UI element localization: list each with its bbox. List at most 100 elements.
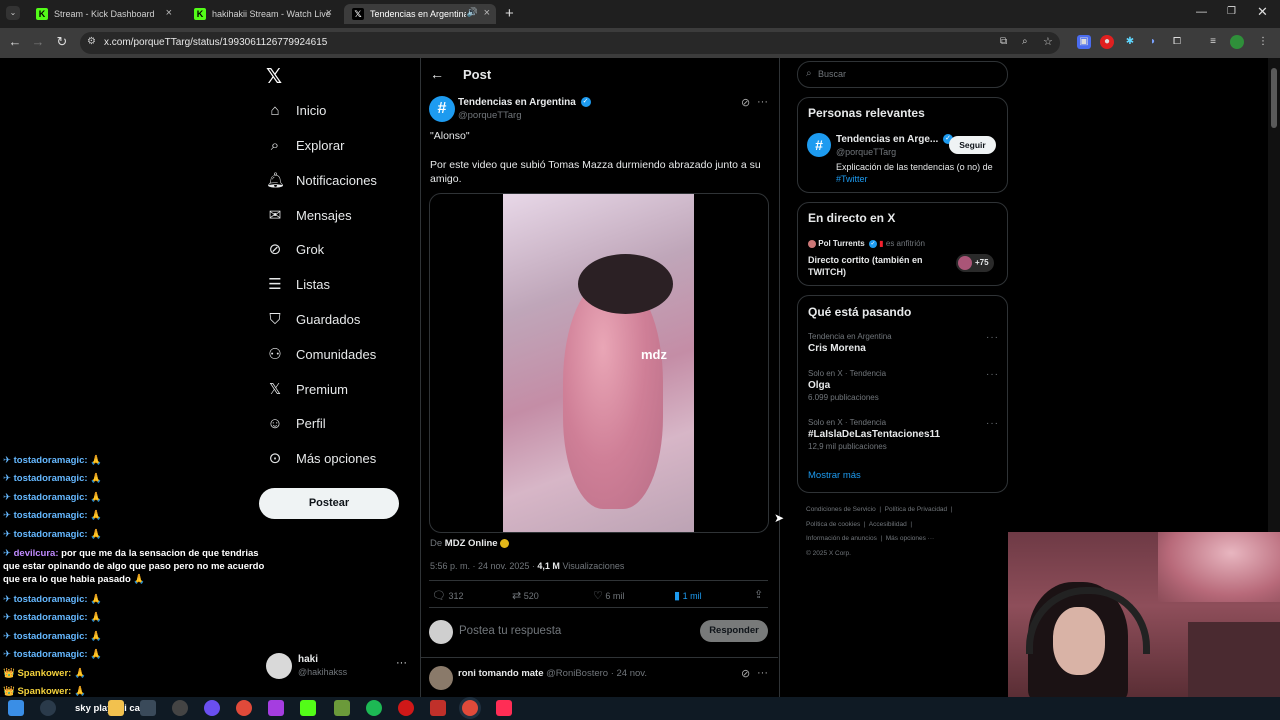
tiktok-icon[interactable] (496, 700, 512, 716)
extension-icon[interactable]: ✱ (1123, 35, 1137, 49)
close-tab-icon[interactable]: × (166, 7, 172, 19)
bookmark-star-icon[interactable]: ☆ (1043, 35, 1053, 48)
footer-link[interactable]: Política de Privacidad (885, 506, 948, 513)
url-text[interactable]: x.com/porqueTTarg/status/199306112677992… (104, 37, 327, 48)
address-bar[interactable]: ⚙ x.com/porqueTTarg/status/1993061126779… (80, 32, 1060, 54)
search-input[interactable]: ⌕ Buscar (797, 61, 1008, 88)
restore-icon[interactable]: ❐ (1227, 6, 1236, 17)
site-info-icon[interactable]: ⚙ (87, 36, 96, 47)
browser-menu-icon[interactable]: ⋮ (1256, 35, 1270, 49)
show-more-link[interactable]: Mostrar más (808, 470, 861, 481)
profile-avatar[interactable] (1230, 35, 1244, 49)
author-handle[interactable]: @porqueTTarg (458, 110, 522, 121)
x-logo[interactable]: 𝕏 (266, 64, 282, 89)
nav-bookmarks[interactable]: ⛉ Guardados (266, 305, 360, 333)
nav-home[interactable]: ⌂ Inicio (266, 96, 326, 124)
author-name[interactable]: Tendencias en Argentina (458, 97, 576, 108)
avatar[interactable] (429, 666, 453, 690)
nav-explore[interactable]: ⌕ Explorar (266, 131, 345, 159)
reply-action[interactable]: 🗨︎ 312 (432, 589, 464, 602)
footer-link[interactable]: Política de cookies (806, 521, 860, 528)
start-icon[interactable] (8, 700, 24, 716)
nav-premium[interactable]: 𝕏 Premium (266, 375, 348, 403)
obs-icon[interactable] (172, 700, 188, 716)
grok-icon[interactable]: ⊘ (741, 96, 750, 109)
tab-kick-stream[interactable]: K hakihakii Stream - Watch Live o × (186, 4, 338, 24)
discord-icon[interactable] (204, 700, 220, 716)
bookmark-action[interactable]: ▮ 1 mil (674, 589, 702, 602)
video-player[interactable]: mdz (429, 193, 769, 533)
grok-icon[interactable]: ⊘ (741, 667, 750, 680)
tab-kick-dashboard[interactable]: K Stream - Kick Dashboard × (28, 4, 178, 24)
live-listeners[interactable]: +75 (956, 254, 994, 272)
spotify-icon[interactable] (366, 700, 382, 716)
extension-icon[interactable]: ▣ (1077, 35, 1091, 49)
zoom-icon[interactable]: ⌕ (1022, 36, 1028, 47)
new-tab-button[interactable]: + (505, 5, 514, 22)
footer-link[interactable]: Información de anuncios (806, 535, 877, 542)
opera-icon[interactable] (398, 700, 414, 716)
more-icon[interactable]: ··· (396, 657, 407, 669)
live-host-row[interactable]: Pol Turrents ✓ ▮ es anfitrión (808, 239, 925, 248)
reply-author-row[interactable]: roni tomando mate @RoniBostero · 24 nov. (458, 668, 647, 679)
chrome-active-icon[interactable] (462, 700, 478, 716)
app-icon[interactable] (430, 700, 446, 716)
relevant-name[interactable]: Tendencias en Arge... (836, 134, 938, 145)
post-button[interactable]: Postear (259, 488, 399, 519)
search-icon[interactable] (40, 700, 56, 716)
trend-item[interactable]: Tendencia en Argentina Cris Morena ··· (808, 332, 1003, 354)
nav-more[interactable]: ⊙ Más opciones (266, 444, 377, 472)
tab-search-button[interactable]: ⌄ (6, 6, 20, 20)
footer-link[interactable]: Más opciones ··· (886, 535, 934, 542)
more-icon[interactable]: ··· (986, 369, 999, 380)
back-icon[interactable]: ← (7, 34, 23, 50)
close-tab-icon[interactable]: × (484, 7, 490, 19)
author-avatar[interactable]: # (429, 96, 455, 122)
more-icon[interactable]: ··· (757, 667, 768, 679)
forward-icon[interactable]: → (30, 34, 46, 50)
app-icon[interactable] (268, 700, 284, 716)
back-arrow-icon[interactable]: ← (430, 66, 444, 82)
reply-button[interactable]: Responder (700, 620, 768, 642)
more-icon[interactable]: ··· (757, 96, 768, 108)
repost-action[interactable]: ⇄ 520 (512, 589, 539, 602)
post-timestamp[interactable]: 5:56 p. m. · 24 nov. 2025 · (430, 561, 535, 571)
live-host-name[interactable]: Pol Turrents (818, 239, 865, 248)
nav-profile[interactable]: ☺ Perfil (266, 409, 325, 437)
reload-icon[interactable]: ↻ (54, 34, 70, 50)
file-explorer-icon[interactable] (108, 700, 124, 716)
footer-link[interactable]: Condiciones de Servicio (806, 506, 876, 513)
more-icon[interactable]: ··· (986, 332, 999, 343)
close-window-icon[interactable]: ✕ (1257, 4, 1268, 20)
speaker-icon[interactable]: 🔊 (467, 7, 478, 18)
install-icon[interactable]: ⧉ (1000, 36, 1007, 47)
trend-item[interactable]: Solo en X · Tendencia Olga 6.099 publica… (808, 369, 1003, 402)
live-stream-title[interactable]: Directo cortito (también en TWITCH) (808, 254, 938, 278)
close-tab-icon[interactable]: × (326, 7, 332, 19)
footer-link[interactable]: Accesibilidad (869, 521, 907, 528)
trend-item[interactable]: Solo en X · Tendencia #LaIslaDeLasTentac… (808, 418, 1003, 451)
nav-notifications[interactable]: 🔔︎ Notificaciones (266, 166, 377, 194)
tab-x-post[interactable]: 𝕏 Tendencias en Argentina en 🔊 × (344, 4, 496, 24)
extensions-puzzle-icon[interactable]: ⧠ (1170, 35, 1184, 49)
scrollbar-thumb[interactable] (1271, 68, 1277, 128)
source-name[interactable]: MDZ Online (445, 538, 498, 549)
bio-hashtag-link[interactable]: #Twitter (836, 174, 868, 184)
nav-messages[interactable]: ✉ Mensajes (266, 201, 352, 229)
reply-input[interactable]: Postea tu respuesta (459, 625, 689, 637)
follow-button[interactable]: Seguir (949, 136, 996, 154)
more-icon[interactable]: ··· (986, 418, 999, 429)
nav-grok[interactable]: ⊘ Grok (266, 235, 324, 263)
relevant-name-row[interactable]: Tendencias en Arge... ✓ (836, 134, 954, 145)
nav-lists[interactable]: ☰ Listas (266, 270, 330, 298)
nav-communities[interactable]: ⚇ Comunidades (266, 340, 376, 368)
share-icon[interactable]: ⇪ (754, 588, 763, 601)
extension-icon[interactable]: ● (1100, 35, 1114, 49)
author-avatar[interactable]: # (807, 133, 831, 157)
extension-icon[interactable]: ◗ (1146, 35, 1160, 49)
account-switcher[interactable]: haki @hakihakss ··· (266, 653, 410, 681)
author-name-row[interactable]: Tendencias en Argentina ✓ (458, 97, 591, 108)
minecraft-icon[interactable] (334, 700, 350, 716)
reply-author-name[interactable]: roni tomando mate (458, 668, 544, 679)
app-icon[interactable] (140, 700, 156, 716)
